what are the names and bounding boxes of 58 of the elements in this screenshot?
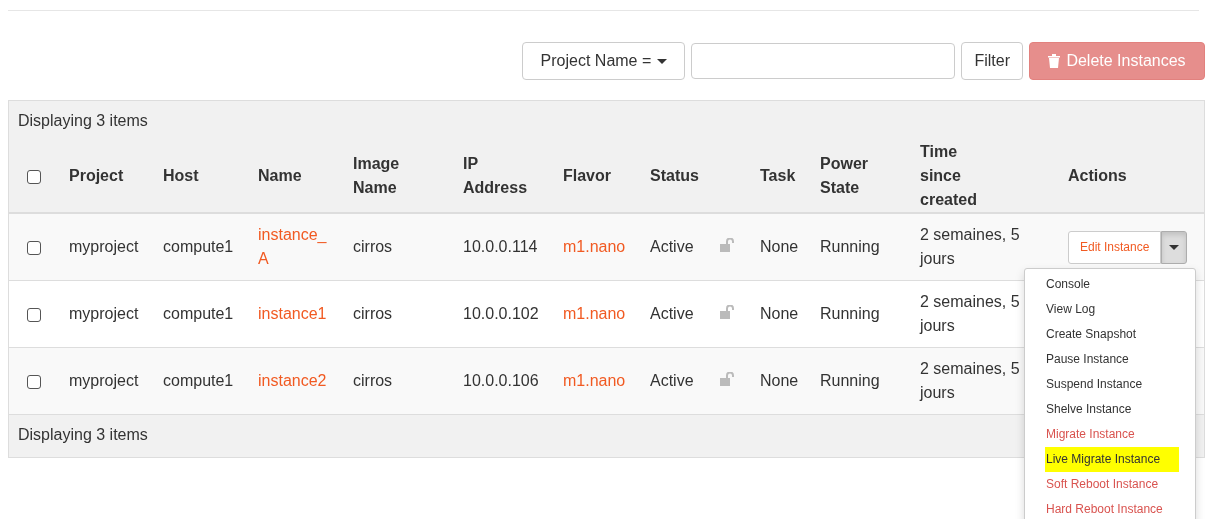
table-cell: compute1	[163, 372, 234, 389]
table-cell-text: 2 semaines, 5 jours	[920, 225, 1020, 269]
menu-item[interactable]: View Log	[1025, 296, 1195, 322]
select-all-checkbox[interactable]	[27, 169, 41, 184]
menu-item[interactable]: Console	[1025, 271, 1195, 297]
trash-icon	[1048, 54, 1061, 68]
item-count: Displaying 3 items	[17, 111, 149, 131]
column-header: Flavor	[563, 166, 611, 187]
caret-icon	[1169, 244, 1180, 250]
table-cell: compute1	[163, 238, 234, 255]
filter-input[interactable]	[691, 43, 956, 79]
filter-button[interactable]: Filter	[961, 42, 1023, 80]
table-cell: None	[760, 305, 799, 322]
actions-dropdown-toggle[interactable]	[1161, 230, 1188, 264]
table-cell: Running	[820, 238, 880, 255]
table-cell: Active	[650, 372, 694, 389]
row-checkbox[interactable]	[27, 307, 41, 322]
menu-item[interactable]: Create Snapshot	[1025, 321, 1195, 347]
menu-item[interactable]: Shelve Instance	[1025, 396, 1195, 422]
column-header: IP Address	[463, 154, 529, 198]
table-cell: Running	[820, 305, 880, 322]
menu-item[interactable]: Soft Reboot Instance	[1025, 471, 1195, 497]
table-cell: cirros	[353, 305, 393, 322]
table-cell: 10.0.0.114	[463, 238, 538, 255]
table-cell: Active	[650, 238, 694, 255]
menu-item[interactable]: Hard Reboot Instance	[1025, 496, 1195, 519]
column-header: Task	[760, 166, 796, 187]
menu-item[interactable]: Pause Instance	[1025, 346, 1195, 372]
column-header: Power State	[820, 154, 869, 198]
column-header: Project	[69, 166, 124, 187]
row-checkbox[interactable]	[27, 374, 41, 389]
table-cell: 10.0.0.106	[463, 372, 539, 389]
menu-item[interactable]: Suspend Instance	[1025, 371, 1195, 397]
column-header: Status	[650, 166, 699, 187]
column-header: Host	[163, 166, 199, 187]
table-cell: Running	[820, 372, 880, 389]
menu-item[interactable]: Migrate Instance	[1025, 421, 1195, 447]
table-cell: compute1	[163, 305, 234, 322]
filter-field-dropdown[interactable]: Project Name =	[522, 42, 686, 80]
column-header: Image Name	[353, 154, 401, 198]
caret-icon	[657, 58, 668, 64]
table-cell: cirros	[353, 238, 393, 255]
menu-item[interactable]: Live Migrate Instance	[1045, 446, 1179, 472]
column-header: Actions	[1068, 166, 1127, 187]
column-header: Time since created	[920, 142, 978, 210]
table-cell: cirros	[353, 372, 393, 389]
table-cell-text: 2 semaines, 5 jours	[920, 359, 1020, 403]
table-cell: myproject	[69, 372, 139, 389]
table-cell: Active	[650, 305, 694, 322]
row-checkbox[interactable]	[27, 240, 41, 255]
table-cell: myproject	[69, 238, 139, 255]
table-cell: myproject	[69, 305, 139, 322]
table-cell: None	[760, 238, 799, 255]
column-header: Name	[258, 166, 302, 187]
edit-instance-button[interactable]: Edit Instance	[1068, 230, 1162, 264]
table-cell-text: 2 semaines, 5 jours	[920, 292, 1020, 336]
table-cell: None	[760, 372, 799, 389]
table-cell: 10.0.0.102	[463, 305, 539, 322]
